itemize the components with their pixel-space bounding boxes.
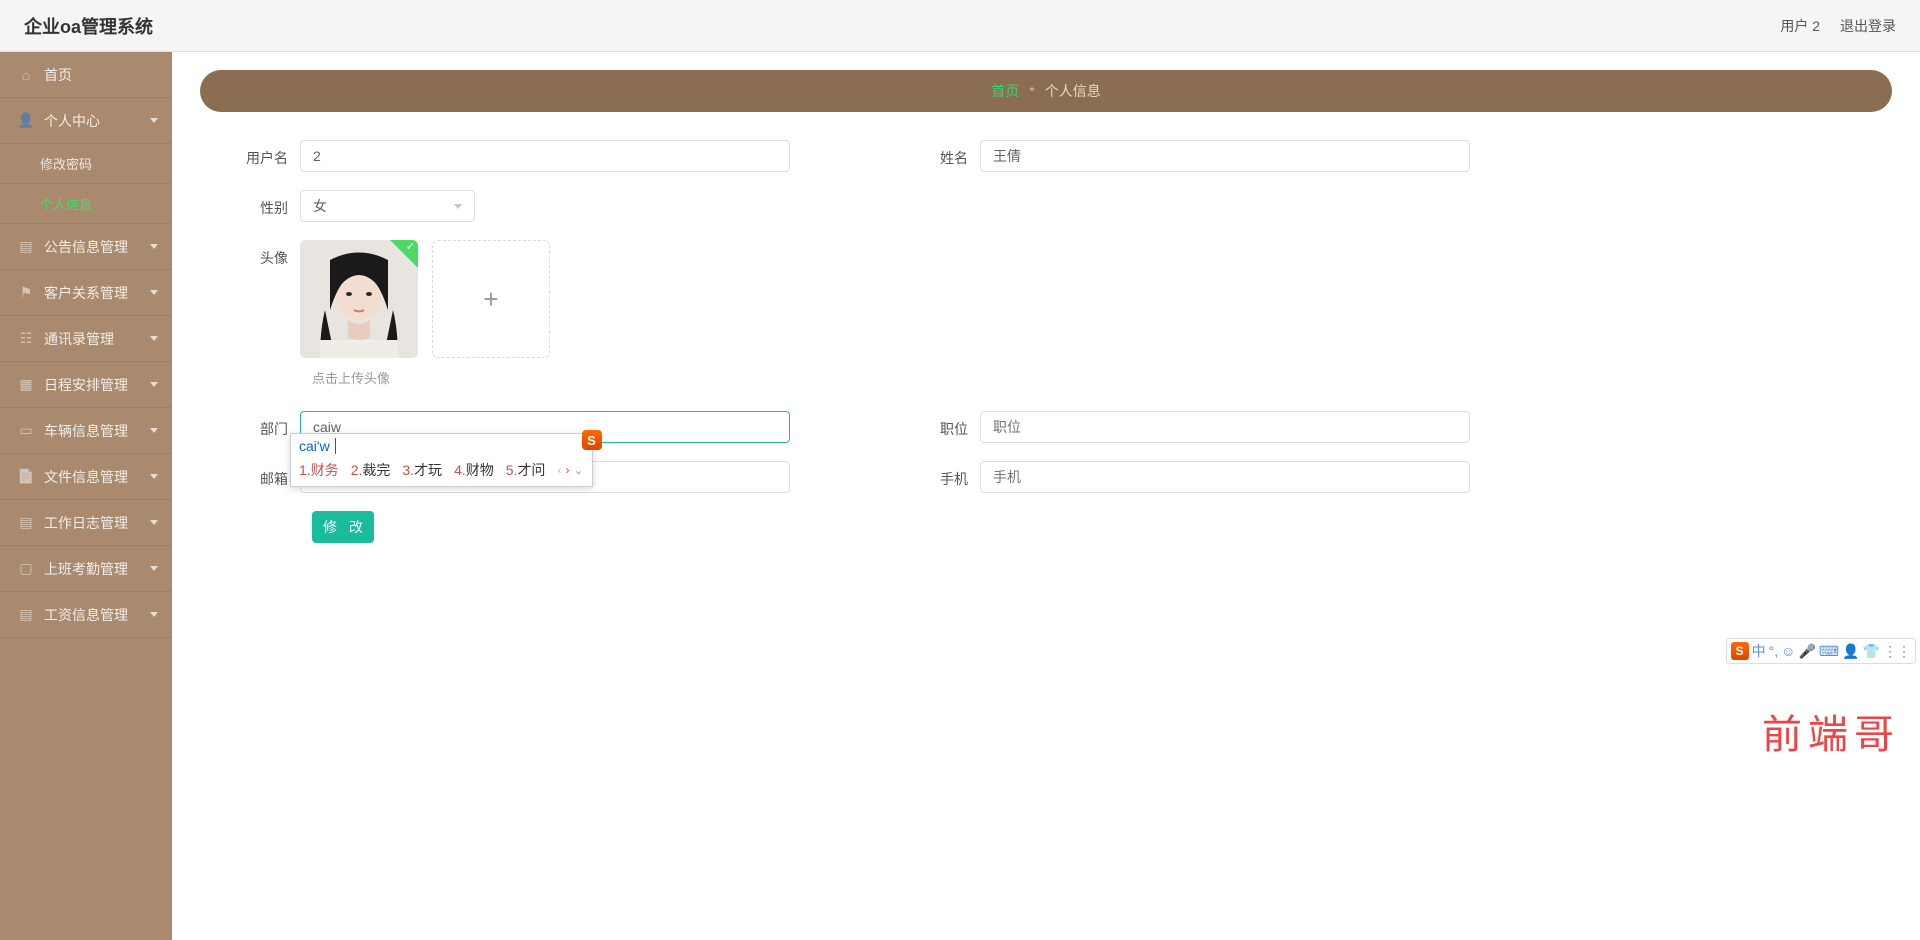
sidebar-item-label: 个人中心 [44, 111, 100, 131]
ime-lang-icon[interactable]: 中 [1752, 641, 1766, 661]
phone-input[interactable] [980, 461, 1470, 493]
sidebar-item-files[interactable]: 📄 文件信息管理 [0, 454, 172, 500]
log-icon: ▤ [18, 515, 34, 531]
sidebar-item-customer[interactable]: ⚑ 客户关系管理 [0, 270, 172, 316]
user-icon: 👤 [18, 113, 34, 129]
avatar-upload-button[interactable]: + [432, 240, 550, 358]
name-label: 姓名 [920, 140, 980, 168]
sidebar-item-label: 工作日志管理 [44, 513, 128, 533]
sidebar: ⌂ 首页 👤 个人中心 修改密码 个人信息 ▤ 公告信息管理 ⚑ 客户关系管理 … [0, 52, 172, 940]
breadcrumb: 首页 * 个人信息 [200, 70, 1892, 112]
sidebar-item-label: 上班考勤管理 [44, 559, 128, 579]
ime-menu-icon[interactable]: ⋮⋮ [1883, 643, 1911, 660]
doc-icon: ▤ [18, 239, 34, 255]
sidebar-item-attendance[interactable]: ▢ 上班考勤管理 [0, 546, 172, 592]
ime-account-icon[interactable]: 👤 [1842, 643, 1859, 660]
sidebar-item-vehicle[interactable]: ▭ 车辆信息管理 [0, 408, 172, 454]
ime-candidate-2[interactable]: 2.裁完 [351, 460, 391, 480]
car-icon: ▭ [18, 423, 34, 439]
ime-punct-icon[interactable]: °, [1769, 643, 1779, 659]
position-label: 职位 [920, 411, 980, 439]
sidebar-sub-profile[interactable]: 个人信息 [0, 184, 172, 224]
ime-candidate-5[interactable]: 5.才问 [506, 460, 546, 480]
avatar-label: 头像 [240, 240, 300, 268]
app-title: 企业oa管理系统 [24, 13, 153, 39]
calendar-icon: ▦ [18, 377, 34, 393]
ime-prev-icon[interactable]: ‹ [557, 463, 561, 477]
ime-nav: ‹ › ⌄ [557, 463, 583, 477]
avatar-image [300, 240, 418, 358]
main-content: 首页 * 个人信息 用户名 姓名 性别 女 [172, 52, 1920, 940]
sidebar-item-home[interactable]: ⌂ 首页 [0, 52, 172, 98]
gender-label: 性别 [240, 190, 300, 218]
username-label: 用户名 [240, 140, 300, 168]
sidebar-item-label: 车辆信息管理 [44, 421, 128, 441]
sidebar-item-label: 首页 [44, 65, 72, 85]
plus-icon: + [483, 284, 498, 315]
phone-label: 手机 [920, 461, 980, 489]
sidebar-item-label: 公告信息管理 [44, 237, 128, 257]
ime-candidate-4[interactable]: 4.财物 [454, 460, 494, 480]
header-actions: 用户 2 退出登录 [1780, 16, 1896, 36]
current-user[interactable]: 用户 2 [1780, 16, 1820, 36]
sidebar-item-schedule[interactable]: ▦ 日程安排管理 [0, 362, 172, 408]
ime-expand-icon[interactable]: ⌄ [573, 463, 583, 477]
chevron-down-icon [454, 204, 462, 209]
gender-value: 女 [313, 196, 327, 216]
ime-voice-icon[interactable]: 🎤 [1798, 643, 1815, 660]
sidebar-item-label: 文件信息管理 [44, 467, 128, 487]
ime-composition: cai'w [299, 438, 330, 454]
breadcrumb-home[interactable]: 首页 [991, 81, 1019, 101]
home-icon: ⌂ [18, 67, 34, 83]
ime-toolbar-badge: S [1731, 642, 1749, 660]
logout-link[interactable]: 退出登录 [1840, 16, 1896, 36]
gender-select[interactable]: 女 [300, 190, 475, 222]
contacts-icon: ☷ [18, 331, 34, 347]
name-input[interactable] [980, 140, 1470, 172]
flag-icon: ⚑ [18, 285, 34, 301]
sidebar-item-label: 日程安排管理 [44, 375, 128, 395]
avatar-hint: 点击上传头像 [312, 368, 1852, 387]
sidebar-item-label: 通讯录管理 [44, 329, 114, 349]
sidebar-item-contacts[interactable]: ☷ 通讯录管理 [0, 316, 172, 362]
file-icon: 📄 [18, 469, 34, 485]
sidebar-item-salary[interactable]: ▤ 工资信息管理 [0, 592, 172, 638]
ime-candidate-3[interactable]: 3.才玩 [402, 460, 442, 480]
ime-skin-icon[interactable]: 👕 [1863, 643, 1880, 660]
sidebar-item-worklog[interactable]: ▤ 工作日志管理 [0, 500, 172, 546]
breadcrumb-current: 个人信息 [1045, 81, 1101, 101]
watermark: 前端哥 [1762, 702, 1900, 760]
salary-icon: ▤ [18, 607, 34, 623]
sidebar-item-announcement[interactable]: ▤ 公告信息管理 [0, 224, 172, 270]
sidebar-item-personal[interactable]: 👤 个人中心 [0, 98, 172, 144]
avatar-preview[interactable] [300, 240, 418, 358]
ime-keyboard-icon[interactable]: ⌨ [1819, 643, 1839, 660]
ime-candidate-popup: cai'w S 1.财务 2.裁完 3.才玩 4.财物 5.才问 ‹ › ⌄ [290, 433, 593, 487]
ime-next-icon[interactable]: › [565, 463, 569, 477]
ime-toolbar[interactable]: S 中 °, ☺ 🎤 ⌨ 👤 👕 ⋮⋮ [1726, 638, 1916, 664]
ime-emoji-icon[interactable]: ☺ [1781, 643, 1795, 659]
sidebar-item-label: 客户关系管理 [44, 283, 128, 303]
attendance-icon: ▢ [18, 561, 34, 577]
sidebar-item-label: 工资信息管理 [44, 605, 128, 625]
app-header: 企业oa管理系统 用户 2 退出登录 [0, 0, 1920, 52]
submit-button[interactable]: 修 改 [312, 511, 374, 543]
ime-sogou-badge: S [582, 430, 602, 450]
ime-candidate-1[interactable]: 1.财务 [299, 460, 339, 480]
sidebar-sub-change-password[interactable]: 修改密码 [0, 144, 172, 184]
username-input[interactable] [300, 140, 790, 172]
breadcrumb-separator: * [1029, 83, 1034, 99]
position-input[interactable] [980, 411, 1470, 443]
